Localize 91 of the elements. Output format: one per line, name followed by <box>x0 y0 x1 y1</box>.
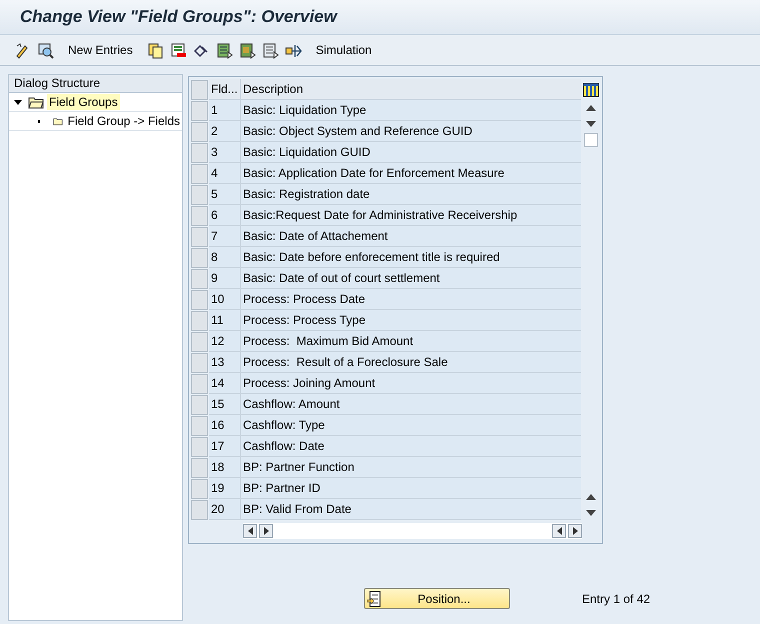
row-selector[interactable] <box>191 206 208 226</box>
table-cell: Basic: Date of Attachement <box>241 226 581 247</box>
new-entries-button[interactable]: New Entries <box>64 43 137 57</box>
position-icon <box>367 590 381 606</box>
table-cell: 13 <box>209 352 241 373</box>
row-selector[interactable] <box>191 122 208 142</box>
row-selector[interactable] <box>191 185 208 205</box>
panel-header: Dialog Structure <box>9 75 182 93</box>
table-cell: 17 <box>209 436 241 457</box>
copy-icon[interactable] <box>146 42 164 58</box>
row-selector[interactable] <box>191 500 208 520</box>
row-selector[interactable] <box>191 395 208 415</box>
tree-item[interactable]: Field Group -> Fields <box>66 113 182 129</box>
table-cell: 4 <box>209 163 241 184</box>
table-cell: BP: Valid From Date <box>241 499 581 520</box>
row-selector[interactable] <box>191 101 208 121</box>
table-cell: 18 <box>209 457 241 478</box>
column-settings-icon[interactable] <box>583 83 599 97</box>
table-cell: BP: Partner ID <box>241 478 581 499</box>
scroll-right-button[interactable] <box>259 524 273 538</box>
table-cell: 16 <box>209 415 241 436</box>
row-selector[interactable] <box>191 311 208 331</box>
row-selector[interactable] <box>191 458 208 478</box>
table-cell: Basic: Application Date for Enforcement Measure <box>241 163 581 184</box>
table-cell: 14 <box>209 373 241 394</box>
table-cell: 6 <box>209 205 241 226</box>
table-cell: 11 <box>209 310 241 331</box>
delete-icon[interactable] <box>170 42 187 58</box>
table-cell: Basic: Registration date <box>241 184 581 205</box>
table-cell: 15 <box>209 394 241 415</box>
table-cell: 7 <box>209 226 241 247</box>
scroll-left-button[interactable] <box>552 524 566 538</box>
row-selector[interactable] <box>191 227 208 247</box>
column-header[interactable]: Description <box>241 79 581 100</box>
table-cell: Basic:Request Date for Administrative Receivership <box>241 205 581 226</box>
select-all-cell[interactable] <box>191 80 208 100</box>
entry-count: Entry 1 of 42 <box>582 592 650 606</box>
table-cell: 2 <box>209 121 241 142</box>
scroll-up-icon[interactable] <box>586 105 596 111</box>
table-cell: Cashflow: Amount <box>241 394 581 415</box>
table-cell: Basic: Liquidation GUID <box>241 142 581 163</box>
scroll-thumb[interactable] <box>584 133 598 147</box>
row-selector[interactable] <box>191 416 208 436</box>
display-icon[interactable] <box>37 42 54 58</box>
scroll-down-icon[interactable] <box>586 510 596 516</box>
row-selector[interactable] <box>191 248 208 268</box>
row-selector[interactable] <box>191 332 208 352</box>
table-cell: Process: Maximum Bid Amount <box>241 331 581 352</box>
table-cell: Basic: Date before enforecement title is required <box>241 247 581 268</box>
right-triangle-icon <box>264 527 268 535</box>
simulation-button[interactable]: Simulation <box>312 43 376 57</box>
row-selector[interactable] <box>191 290 208 310</box>
row-selector[interactable] <box>191 479 208 499</box>
window-title: Change View "Field Groups": Overview <box>20 7 337 27</box>
table-cell: 10 <box>209 289 241 310</box>
table-cell: Process: Process Date <box>241 289 581 310</box>
row-selector[interactable] <box>191 164 208 184</box>
column-header[interactable]: Fld... <box>209 79 241 100</box>
row-selector[interactable] <box>191 269 208 289</box>
table-cell: Process: Joining Amount <box>241 373 581 394</box>
table-cell: 3 <box>209 142 241 163</box>
table-cell: 20 <box>209 499 241 520</box>
table-cell: 1 <box>209 100 241 121</box>
row-selector[interactable] <box>191 143 208 163</box>
left-triangle-icon <box>556 527 562 535</box>
scroll-left-button[interactable] <box>243 524 257 538</box>
left-triangle-icon <box>248 527 252 535</box>
table-cell: Process: Process Type <box>241 310 581 331</box>
table-cell: 9 <box>209 268 241 289</box>
scroll-right-button[interactable] <box>568 524 582 538</box>
table-cell: 8 <box>209 247 241 268</box>
table-cell: 5 <box>209 184 241 205</box>
scroll-down-icon[interactable] <box>586 121 596 127</box>
table-cell: Cashflow: Date <box>241 436 581 457</box>
row-selector[interactable] <box>191 353 208 373</box>
table-cell: 19 <box>209 478 241 499</box>
scroll-up-icon[interactable] <box>586 494 596 500</box>
table-cell: 12 <box>209 331 241 352</box>
right-triangle-icon <box>572 527 578 535</box>
tree-item[interactable]: Field Groups <box>47 94 120 110</box>
table-cell: Basic: Liquidation Type <box>241 100 581 121</box>
table-cell: Cashflow: Type <box>241 415 581 436</box>
folder-icon <box>28 96 44 108</box>
row-selector[interactable] <box>191 437 208 457</box>
table-cell: Process: Result of a Foreclosure Sale <box>241 352 581 373</box>
position-button[interactable]: Position... <box>364 588 510 609</box>
table-cell: BP: Partner Function <box>241 457 581 478</box>
table-cell: Basic: Date of out of court settlement <box>241 268 581 289</box>
row-selector[interactable] <box>191 374 208 394</box>
expand-triangle-icon[interactable] <box>14 100 22 104</box>
table-cell: Basic: Object System and Reference GUID <box>241 121 581 142</box>
